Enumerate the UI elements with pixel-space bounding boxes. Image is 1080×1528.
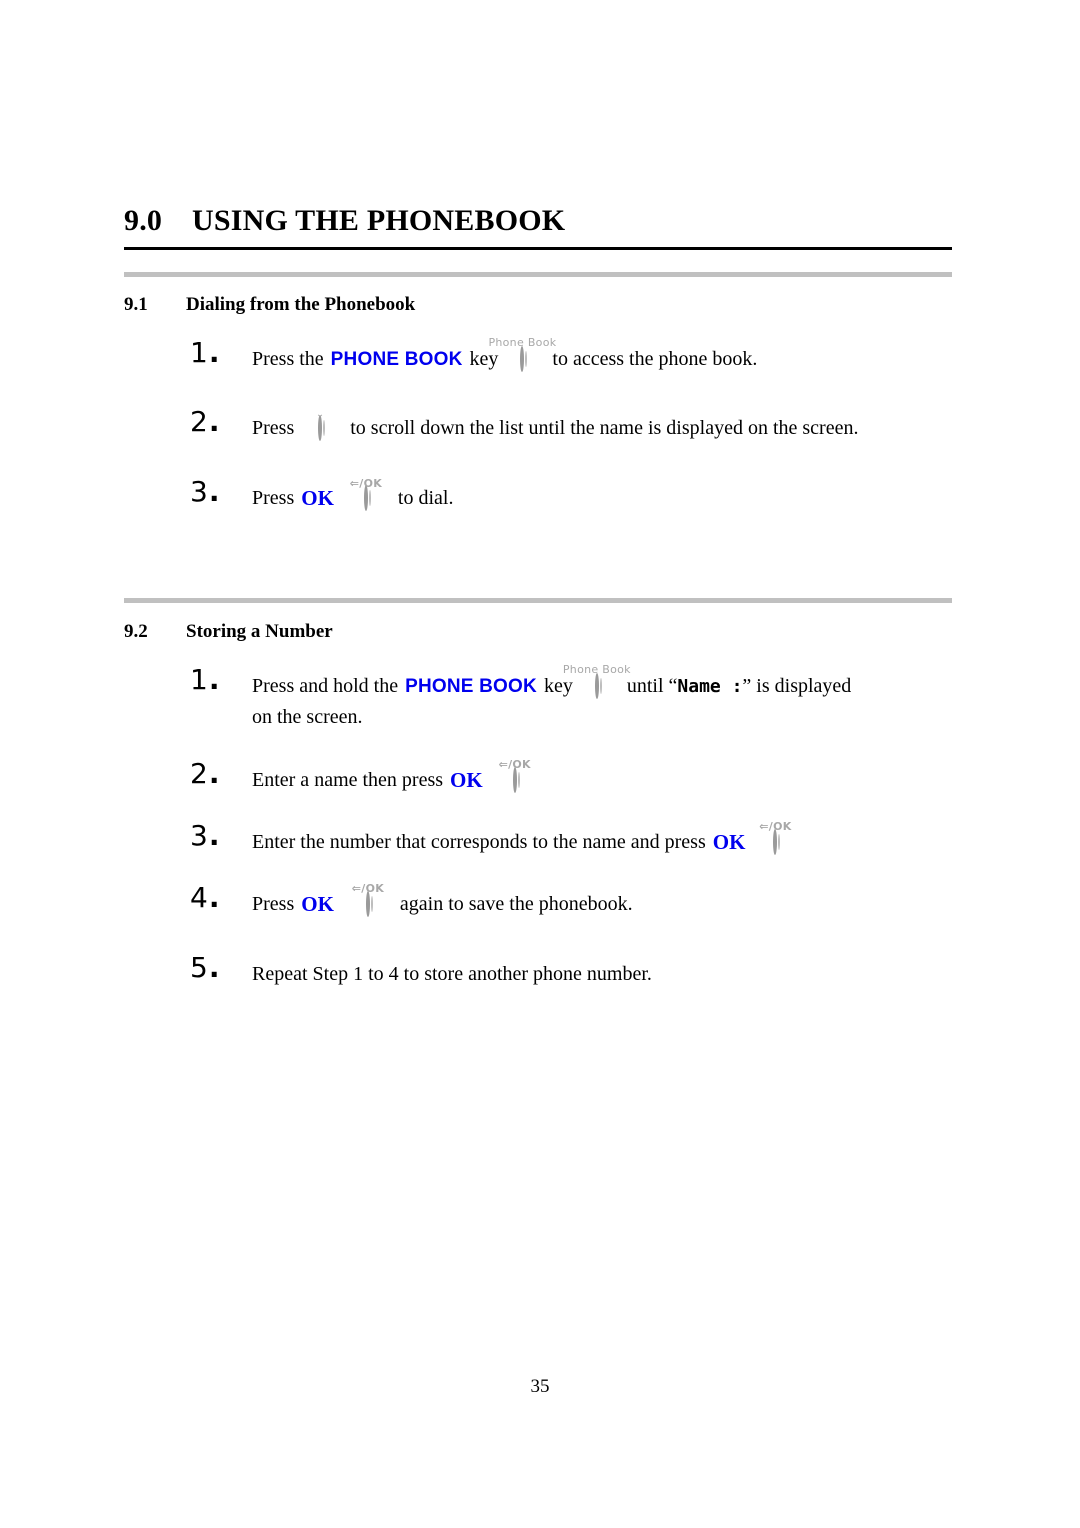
step-number: 5.	[190, 951, 221, 984]
phone-book-key-cap	[594, 673, 599, 699]
scroll-down-key[interactable]: ⌄	[316, 409, 324, 444]
step-text: Press ⌄ to scroll down the list until th…	[252, 409, 859, 444]
phone-book-key[interactable]: Phone Book	[488, 336, 556, 375]
section-number-9-2: 9.2	[124, 621, 148, 642]
step-number: 3.	[190, 819, 221, 852]
step-text: Press and hold the PHONE BOOK key Phone …	[252, 663, 852, 733]
step-text: Repeat Step 1 to 4 to store another phon…	[252, 959, 652, 990]
chapter-heading: 9.0 USING THE PHONEBOOK	[124, 204, 952, 238]
step-text: Press OK ⇐/OK to dial.	[252, 477, 454, 514]
step-text-line-2: on the screen.	[252, 706, 363, 728]
section-heading-9-2: 9.2 Storing a Number	[124, 621, 333, 643]
step-text-part-a: Press and hold the	[252, 675, 399, 697]
step-text: Enter a name then press OK ⇐/OK	[252, 758, 531, 796]
ok-key[interactable]: ⇐/OK	[352, 882, 384, 920]
step-text-part-a: Repeat Step 1 to 4 to store another phon…	[252, 963, 652, 985]
section-separator-top	[124, 272, 952, 277]
ok-key-cap	[363, 485, 368, 511]
section-title-9-2: Storing a Number	[186, 621, 333, 642]
ok-key[interactable]: ⇐/OK	[350, 477, 382, 514]
step-text-part-c: to scroll down the list until the name i…	[350, 417, 859, 439]
ok-keyword: OK	[712, 830, 746, 854]
step-9-2-2: 2. Enter a name then press OK ⇐/OK	[190, 758, 970, 796]
step-number: 2.	[190, 757, 221, 790]
step-text: Press the PHONE BOOK key Phone Book to a…	[252, 336, 758, 375]
section-heading-9-1: 9.1 Dialing from the Phonebook	[124, 294, 415, 316]
step-9-2-4: 4. Press OK ⇐/OK again to save the phone…	[190, 882, 970, 920]
step-text-part-a: Enter a name then press	[252, 769, 444, 791]
step-text-part-a: Press	[252, 893, 295, 915]
ok-keyword: OK	[450, 768, 483, 792]
step-number: 1.	[190, 336, 221, 369]
step-9-2-5: 5. Repeat Step 1 to 4 to store another p…	[190, 953, 970, 990]
ok-keyword: OK	[301, 486, 334, 510]
step-text-part-c: to dial.	[397, 487, 454, 509]
section-separator-mid	[124, 598, 952, 603]
ok-key[interactable]: ⇐/OK	[499, 758, 531, 796]
step-9-1-2: 2. Press ⌄ to scroll down the list until…	[190, 407, 970, 444]
page-number: 35	[530, 1376, 550, 1397]
display-text-name-prompt: Name :	[677, 676, 743, 697]
phone-book-key[interactable]: Phone Book	[563, 663, 631, 702]
step-text-part-a: Press the	[252, 348, 324, 370]
ok-key-cap	[512, 767, 517, 793]
step-text: Press OK ⇐/OK again to save the phoneboo…	[252, 882, 633, 920]
section-number-9-1: 9.1	[124, 294, 148, 315]
step-number: 2.	[190, 405, 221, 438]
step-text-part-a: Enter the number that corresponds to the…	[252, 831, 706, 853]
step-text-part-c: until “	[626, 675, 678, 697]
step-number: 1.	[190, 663, 221, 696]
step-9-2-3: 3. Enter the number that corresponds to …	[190, 820, 970, 858]
step-9-1-3: 3. Press OK ⇐/OK to dial.	[190, 477, 970, 514]
chapter-title: USING THE PHONEBOOK	[192, 204, 566, 237]
step-text-part-d: ” is displayed	[742, 675, 852, 697]
step-text-part-c: to access the phone book.	[552, 348, 758, 370]
title-rule	[124, 247, 952, 250]
section-title-9-1: Dialing from the Phonebook	[186, 294, 416, 315]
step-9-1-1: 1. Press the PHONE BOOK key Phone Book t…	[190, 336, 970, 375]
ok-key[interactable]: ⇐/OK	[759, 820, 791, 858]
step-9-2-1: 1. Press and hold the PHONE BOOK key Pho…	[190, 663, 970, 733]
chapter-number: 9.0	[124, 204, 163, 237]
ok-keyword: OK	[301, 892, 334, 916]
ok-key-cap	[365, 891, 370, 917]
phone-book-keyword: PHONE BOOK	[330, 349, 463, 370]
step-text-part-a: Press	[252, 417, 295, 439]
step-number: 3.	[190, 475, 221, 508]
manual-page: 9.0 USING THE PHONEBOOK 9.1 Dialing from…	[0, 0, 1080, 1528]
step-text-part-c: again to save the phonebook.	[399, 893, 633, 915]
step-text: Enter the number that corresponds to the…	[252, 820, 791, 858]
phone-book-keyword: PHONE BOOK	[405, 676, 537, 697]
step-number: 4.	[190, 881, 221, 914]
step-text-part-a: Press	[252, 487, 295, 509]
